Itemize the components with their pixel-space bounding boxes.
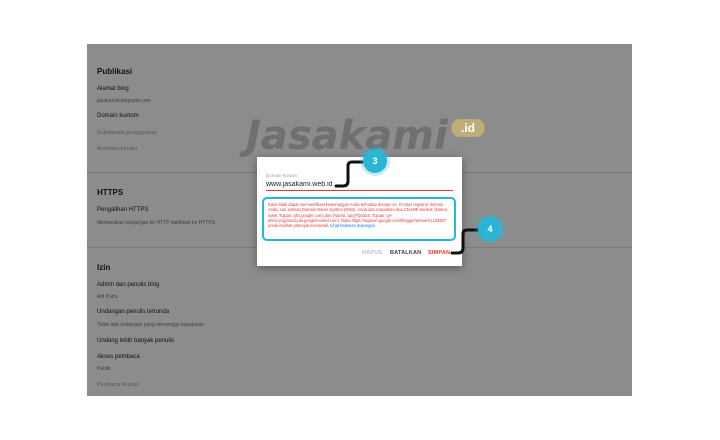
watermark-badge: .id	[451, 119, 485, 137]
support-page-link[interactable]: Lihat halaman dukungan	[330, 223, 375, 228]
step-4-callout: 4	[478, 217, 502, 241]
custom-domain-dialog: Domain kustom Kami tidak dapat memverifi…	[257, 157, 462, 266]
hapus-button[interactable]: HAPUS	[362, 250, 382, 256]
domain-field-label: Domain kustom	[266, 173, 298, 178]
error-highlight-box: Kami tidak dapat memverifikasi kewenanga…	[262, 197, 456, 241]
step-3-callout: 3	[363, 149, 387, 173]
domain-error-message: Kami tidak dapat memverifikasi kewenanga…	[268, 202, 450, 228]
simpan-button[interactable]: SIMPAN	[428, 250, 450, 256]
custom-domain-input[interactable]	[266, 179, 453, 191]
screenshot-stage: Publikasi Alamat blog jasakamid.blogspot…	[0, 0, 720, 440]
watermark-text: Jasakami	[246, 113, 448, 159]
batalkan-button[interactable]: BATALKAN	[390, 250, 421, 256]
